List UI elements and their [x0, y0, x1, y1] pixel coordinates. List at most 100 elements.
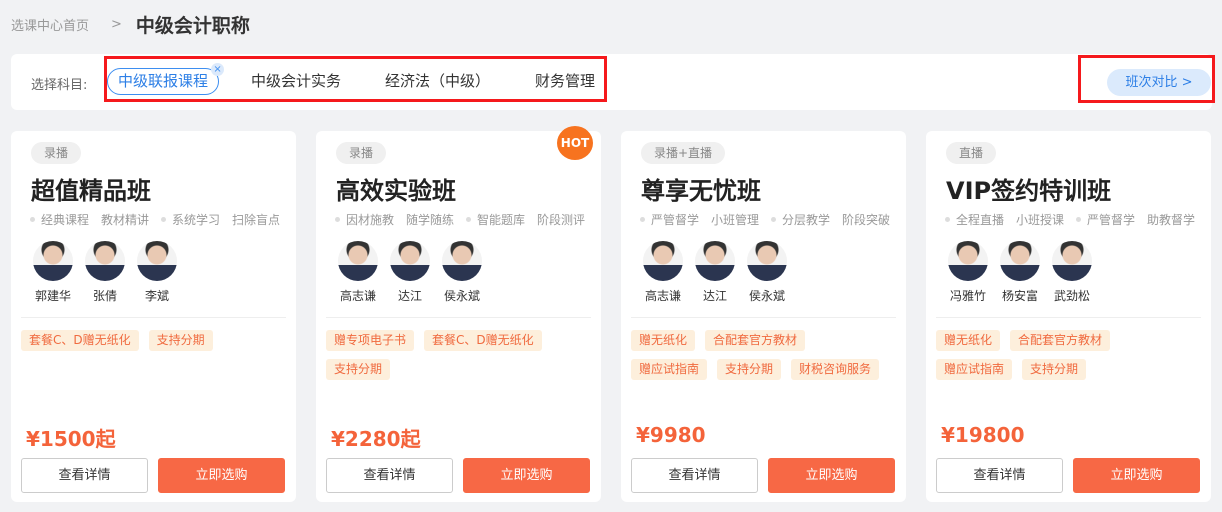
teacher-name: 侯永斌: [748, 289, 785, 303]
close-icon[interactable]: ×: [211, 63, 225, 76]
subject-tab-joint[interactable]: 中级联报课程 ×: [107, 63, 225, 95]
perk-tag: 赠无纸化: [631, 330, 696, 351]
subject-tab-accounting[interactable]: 中级会计实务: [251, 68, 341, 95]
perk-tags: 赠专项电子书 套餐C、D赠无纸化 支持分期: [326, 330, 591, 388]
view-details-button[interactable]: 查看详情: [936, 458, 1063, 493]
feature-list: 因材施教 随学随练 智能题库 阶段测评: [335, 211, 597, 228]
teacher-name: 郭建华: [34, 289, 71, 303]
feature-item: 分层教学: [771, 211, 830, 228]
teacher-name: 武劲松: [1053, 289, 1090, 303]
teacher[interactable]: 高志谦: [332, 241, 384, 304]
view-details-button[interactable]: 查看详情: [631, 458, 758, 493]
perk-tags: 赠无纸化 合配套官方教材 赠应试指南 支持分期: [936, 330, 1201, 388]
teacher-name: 冯雅竹: [949, 289, 986, 303]
perk-tag: 支持分期: [717, 359, 782, 380]
teacher[interactable]: 高志谦: [637, 241, 689, 304]
delivery-badge: 录播+直播: [641, 142, 726, 164]
teacher-avatar: [1052, 241, 1092, 281]
teacher-avatar: [1000, 241, 1040, 281]
feature-item: 小班管理: [711, 213, 760, 227]
divider: [936, 317, 1201, 318]
feature-item: 阶段突破: [842, 213, 891, 227]
buy-now-button[interactable]: 立即选购: [463, 458, 590, 493]
teacher-name: 达江: [702, 289, 727, 303]
teacher[interactable]: 杨安富: [994, 241, 1046, 304]
teacher[interactable]: 冯雅竹: [942, 241, 994, 304]
view-details-button[interactable]: 查看详情: [326, 458, 453, 493]
buy-now-button[interactable]: 立即选购: [158, 458, 285, 493]
teacher-avatar: [948, 241, 988, 281]
price: ¥1500起: [26, 427, 116, 451]
feature-list: 经典课程 教材精讲 系统学习 扫除盲点: [30, 211, 292, 228]
perk-tag: 支持分期: [148, 330, 213, 351]
teacher[interactable]: 达江: [689, 241, 741, 304]
course-title: 超值精品班: [31, 177, 151, 205]
teacher-avatar: [137, 241, 177, 281]
feature-item: 随学随练: [406, 213, 455, 227]
breadcrumb-home-link[interactable]: 选课中心首页: [11, 15, 89, 34]
perk-tags: 赠无纸化 合配套官方教材赠应试指南 支持分期 财税咨询服务: [631, 330, 896, 388]
teacher[interactable]: 侯永斌: [436, 241, 488, 304]
divider: [21, 317, 286, 318]
teacher[interactable]: 郭建华: [27, 241, 79, 304]
breadcrumb: 选课中心首页 > 中级会计职称: [11, 10, 250, 38]
course-card: 录播 HOT 高效实验班 因材施教 随学随练 智能题库 阶段测评 高志谦 达江 侯永斌 赠专项电子书…: [316, 126, 601, 502]
teacher[interactable]: 侯永斌: [741, 241, 793, 304]
teacher-avatar: [747, 241, 787, 281]
teacher-name: 高志谦: [644, 289, 681, 303]
delivery-badge: 录播: [31, 142, 82, 164]
subject-tab-financial-management[interactable]: 财务管理: [535, 68, 595, 95]
feature-item: 教材精讲: [101, 213, 150, 227]
delivery-badge: 直播: [946, 142, 997, 164]
teacher[interactable]: 张倩: [79, 241, 131, 304]
perk-tag: 合配套官方教材: [1010, 330, 1111, 351]
teacher-avatar: [643, 241, 683, 281]
feature-item: 经典课程: [30, 211, 89, 228]
course-title: 尊享无忧班: [641, 177, 761, 205]
teacher-avatar: [338, 241, 378, 281]
subject-tab-label: 中级联报课程: [118, 72, 209, 90]
subject-label: 选择科目:: [31, 78, 88, 93]
teacher-name: 达江: [397, 289, 422, 303]
teacher[interactable]: 武劲松: [1046, 241, 1098, 304]
subject-tab-economic-law[interactable]: 经济法（中级）: [385, 68, 490, 95]
course-card: 直播 VIP签约特训班全程直播 小班授课 严管督学 助教督学冯雅竹 杨安富 武劲松赠无纸化合…: [926, 131, 1211, 502]
teacher[interactable]: 李斌: [131, 241, 183, 304]
teacher-name: 李斌: [144, 289, 169, 303]
teacher-avatar: [85, 241, 125, 281]
perk-tag: 赠应试指南: [631, 359, 708, 380]
course-title: VIP签约特训班: [946, 177, 1112, 205]
teacher-list: 冯雅竹 杨安富 武劲松: [942, 241, 1098, 304]
teacher-list: 高志谦 达江 侯永斌: [332, 241, 488, 304]
divider: [326, 317, 591, 318]
class-compare-button[interactable]: 班次对比 >: [1107, 69, 1211, 96]
course-title: 高效实验班: [336, 177, 456, 205]
hot-badge-icon: HOT: [557, 126, 593, 160]
perk-tag: 赠无纸化: [936, 330, 1001, 351]
price: ¥9980: [636, 423, 706, 447]
price: ¥2280起: [331, 427, 421, 451]
feature-item: 扫除盲点: [232, 213, 281, 227]
teacher[interactable]: 达江: [384, 241, 436, 304]
feature-item: 小班授课: [1016, 213, 1065, 227]
view-details-button[interactable]: 查看详情: [21, 458, 148, 493]
perk-tags: 套餐C、D赠无纸化 支持分期: [21, 330, 286, 359]
perk-tag: 支持分期: [1022, 359, 1087, 380]
feature-item: 系统学习: [161, 211, 220, 228]
feature-item: 严管督学: [1076, 211, 1135, 228]
perk-tag: 套餐C、D赠无纸化: [21, 330, 139, 351]
feature-list: 全程直播 小班授课 严管督学 助教督学: [945, 211, 1207, 228]
page-title: 中级会计职称: [135, 14, 250, 37]
divider: [631, 317, 896, 318]
teacher-list: 高志谦 达江 侯永斌: [637, 241, 793, 304]
teacher-name: 侯永斌: [443, 289, 480, 303]
course-card: 录播+直播尊享无忧班严管督学 小班管理 分层教学 阶段突破高志谦 达江 侯永斌赠无纸化 合配…: [621, 131, 906, 502]
teacher-avatar: [695, 241, 735, 281]
feature-list: 严管督学 小班管理 分层教学 阶段突破: [640, 211, 902, 228]
breadcrumb-separator: >: [111, 16, 122, 32]
perk-tag: 合配套官方教材: [705, 330, 806, 351]
buy-now-button[interactable]: 立即选购: [768, 458, 895, 493]
teacher-avatar: [33, 241, 73, 281]
perk-tag: 财税咨询服务: [791, 359, 880, 380]
buy-now-button[interactable]: 立即选购: [1073, 458, 1200, 493]
